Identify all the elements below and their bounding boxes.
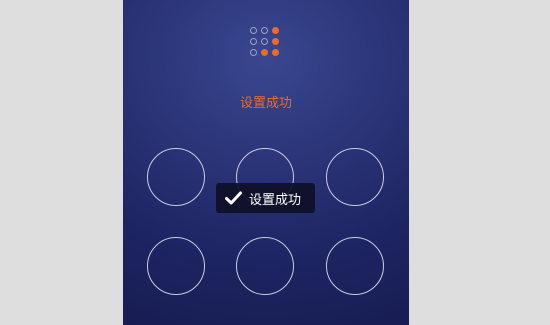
pattern-preview-dot xyxy=(272,49,279,56)
success-toast: 设置成功 xyxy=(216,183,315,213)
pattern-preview-dot xyxy=(272,38,279,45)
pattern-node-3[interactable] xyxy=(326,148,384,206)
pattern-node-5[interactable] xyxy=(236,237,294,295)
lock-screen: 设置成功 设置成功 xyxy=(123,0,409,325)
pattern-preview-dot xyxy=(250,27,257,34)
toast-text: 设置成功 xyxy=(249,192,302,208)
pattern-preview-icon xyxy=(250,27,282,59)
check-icon xyxy=(225,191,242,205)
pattern-preview-dot xyxy=(261,27,268,34)
pattern-preview-dot xyxy=(261,49,268,56)
pattern-node-4[interactable] xyxy=(147,237,205,295)
status-message: 设置成功 xyxy=(239,96,292,111)
pattern-preview-dot xyxy=(272,27,279,34)
pattern-node-6[interactable] xyxy=(326,237,384,295)
pattern-preview-dot xyxy=(250,49,257,56)
pattern-preview-dot xyxy=(261,38,268,45)
pattern-node-1[interactable] xyxy=(147,148,205,206)
pattern-preview-dot xyxy=(250,38,257,45)
